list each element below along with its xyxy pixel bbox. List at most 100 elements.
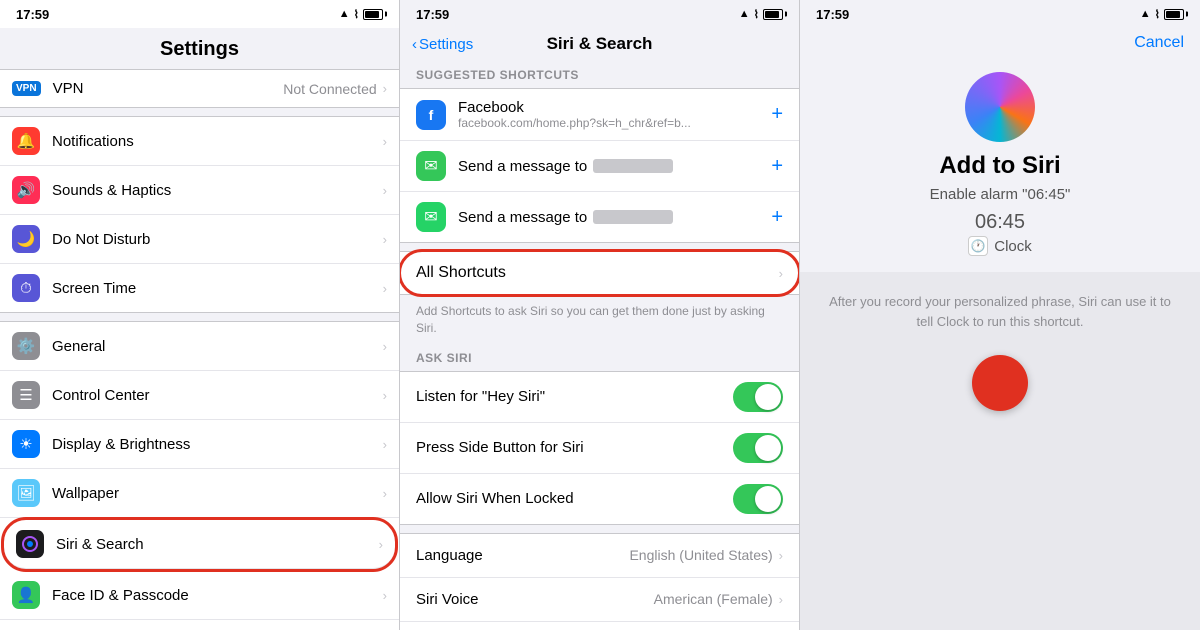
vpn-row[interactable]: VPN VPN Not Connected › <box>0 70 399 107</box>
back-button[interactable]: ‹ Settings <box>412 36 473 53</box>
siri-icon <box>16 530 44 558</box>
wallpaper-icon: 🖼 <box>12 479 40 507</box>
siri-orb <box>965 72 1035 142</box>
all-shortcuts-chevron-icon: › <box>779 266 783 281</box>
settings-section-1: 🔔 Notifications › 🔊 Sounds & Haptics › 🌙… <box>0 116 399 313</box>
shortcut-sendmsg2[interactable]: ✉ Send a message to + <box>400 192 799 242</box>
add-sendmsg2-button[interactable]: + <box>771 206 783 229</box>
vpn-status: Not Connected <box>283 81 376 97</box>
when-locked-label: Allow Siri When Locked <box>416 490 733 507</box>
donotdisturb-label: Do Not Disturb <box>52 231 383 248</box>
side-button-toggle[interactable] <box>733 433 783 463</box>
siri-label: Siri & Search <box>56 536 379 553</box>
whatsapp-icon: ✉ <box>416 202 446 232</box>
clock-label: Clock <box>994 238 1032 255</box>
settings-item-controlcenter[interactable]: ☰ Control Center › <box>0 371 399 420</box>
sendmsg1-content: Send a message to <box>458 158 771 175</box>
displaybrightness-label: Display & Brightness <box>52 436 383 453</box>
facebook-icon: f <box>416 100 446 130</box>
wifi-icon-3: ⌇ <box>1155 8 1160 21</box>
chevron-icon: › <box>383 388 387 403</box>
add-to-siri-panel: 17:59 ▲ ⌇ Cancel Add to Siri Enable alar… <box>800 0 1200 630</box>
siri-chevron-icon: › <box>379 537 383 552</box>
battery-icon <box>363 9 383 20</box>
all-shortcuts-row[interactable]: All Shortcuts › <box>400 251 799 295</box>
when-locked-row[interactable]: Allow Siri When Locked <box>400 474 799 524</box>
settings-item-wallpaper[interactable]: 🖼 Wallpaper › <box>0 469 399 518</box>
time-2: 17:59 <box>416 7 449 22</box>
sendmsg2-title: Send a message to <box>458 209 771 226</box>
side-button-row[interactable]: Press Side Button for Siri <box>400 423 799 474</box>
clock-row: 🕐 Clock <box>968 236 1032 256</box>
wifi-icon-2: ⌇ <box>754 8 759 21</box>
faceid-icon: 👤 <box>12 581 40 609</box>
vpn-badge: VPN <box>12 81 41 96</box>
screentime-icon: ⏱ <box>12 274 40 302</box>
chevron-icon: › <box>383 437 387 452</box>
alarm-time: 06:45 <box>975 211 1025 234</box>
siri-voice-label: Siri Voice <box>416 591 654 608</box>
siri-prefs-section: Language English (United States) › Siri … <box>400 533 799 630</box>
add-siri-top: Add to Siri Enable alarm "06:45" 06:45 🕐… <box>800 62 1200 272</box>
facebook-title: Facebook <box>458 99 771 116</box>
facebook-subtitle: facebook.com/home.php?sk=h_chr&ref=b... <box>458 116 771 130</box>
shortcuts-description: Add Shortcuts to ask Siri so you can get… <box>400 297 799 347</box>
record-button[interactable] <box>972 355 1028 411</box>
vpn-label: VPN <box>53 80 284 97</box>
chevron-icon: › <box>383 339 387 354</box>
add-facebook-button[interactable]: + <box>771 103 783 126</box>
add-siri-title: Add to Siri <box>939 152 1060 180</box>
facebook-content: Facebook facebook.com/home.php?sk=h_chr&… <box>458 99 771 130</box>
battery-icon-3 <box>1164 9 1184 20</box>
shortcut-facebook[interactable]: f Facebook facebook.com/home.php?sk=h_ch… <box>400 89 799 141</box>
when-locked-toggle[interactable] <box>733 484 783 514</box>
chevron-icon: › <box>383 134 387 149</box>
settings-item-siri[interactable]: Siri & Search › <box>4 520 395 569</box>
shortcut-sendmsg1[interactable]: ✉ Send a message to + <box>400 141 799 192</box>
sounds-icon: 🔊 <box>12 176 40 204</box>
sounds-label: Sounds & Haptics <box>52 182 383 199</box>
siri-voice-chevron-icon: › <box>779 592 783 607</box>
add-siri-subtitle: Enable alarm "06:45" <box>930 186 1071 203</box>
cancel-button[interactable]: Cancel <box>1134 34 1184 52</box>
settings-item-displaybrightness[interactable]: ☀ Display & Brightness › <box>0 420 399 469</box>
chevron-icon: › <box>383 486 387 501</box>
shortcuts-list: f Facebook facebook.com/home.php?sk=h_ch… <box>400 88 799 243</box>
cancel-bar: Cancel <box>800 28 1200 62</box>
suggested-shortcuts-header: SUGGESTED SHORTCUTS <box>400 64 799 88</box>
redacted-name-2 <box>593 210 673 224</box>
settings-item-donotdisturb[interactable]: 🌙 Do Not Disturb › <box>0 215 399 264</box>
status-icons-1: ▲ ⌇ <box>339 8 383 21</box>
language-chevron-icon: › <box>779 548 783 563</box>
settings-item-screentime[interactable]: ⏱ Screen Time › <box>0 264 399 312</box>
hey-siri-label: Listen for "Hey Siri" <box>416 388 733 405</box>
settings-item-emergencysos[interactable]: SOS Emergency SOS › <box>0 620 399 630</box>
language-label: Language <box>416 547 629 564</box>
screentime-label: Screen Time <box>52 280 383 297</box>
controlcenter-label: Control Center <box>52 387 383 404</box>
hey-siri-toggle[interactable] <box>733 382 783 412</box>
settings-item-sounds[interactable]: 🔊 Sounds & Haptics › <box>0 166 399 215</box>
page-title: Settings <box>0 28 399 69</box>
back-label: Settings <box>419 36 473 53</box>
language-row[interactable]: Language English (United States) › <box>400 534 799 578</box>
controlcenter-icon: ☰ <box>12 381 40 409</box>
vpn-chevron-icon: › <box>383 81 387 96</box>
settings-item-faceid[interactable]: 👤 Face ID & Passcode › <box>0 571 399 620</box>
back-chevron-icon: ‹ <box>412 36 417 53</box>
siri-voice-row[interactable]: Siri Voice American (Female) › <box>400 578 799 622</box>
chevron-icon: › <box>383 232 387 247</box>
voice-feedback-row[interactable]: Voice Feedback Always › <box>400 622 799 630</box>
sendmsg2-content: Send a message to <box>458 209 771 226</box>
clock-app-icon: 🕐 <box>968 236 988 256</box>
chevron-icon: › <box>383 281 387 296</box>
signal-icon-2: ▲ <box>739 8 750 20</box>
chevron-icon: › <box>383 588 387 603</box>
settings-item-notifications[interactable]: 🔔 Notifications › <box>0 117 399 166</box>
siri-search-title: Siri & Search <box>547 34 653 54</box>
add-sendmsg1-button[interactable]: + <box>771 155 783 178</box>
hey-siri-row[interactable]: Listen for "Hey Siri" <box>400 372 799 423</box>
settings-item-general[interactable]: ⚙️ General › <box>0 322 399 371</box>
general-label: General <box>52 338 383 355</box>
status-icons-2: ▲ ⌇ <box>739 8 783 21</box>
